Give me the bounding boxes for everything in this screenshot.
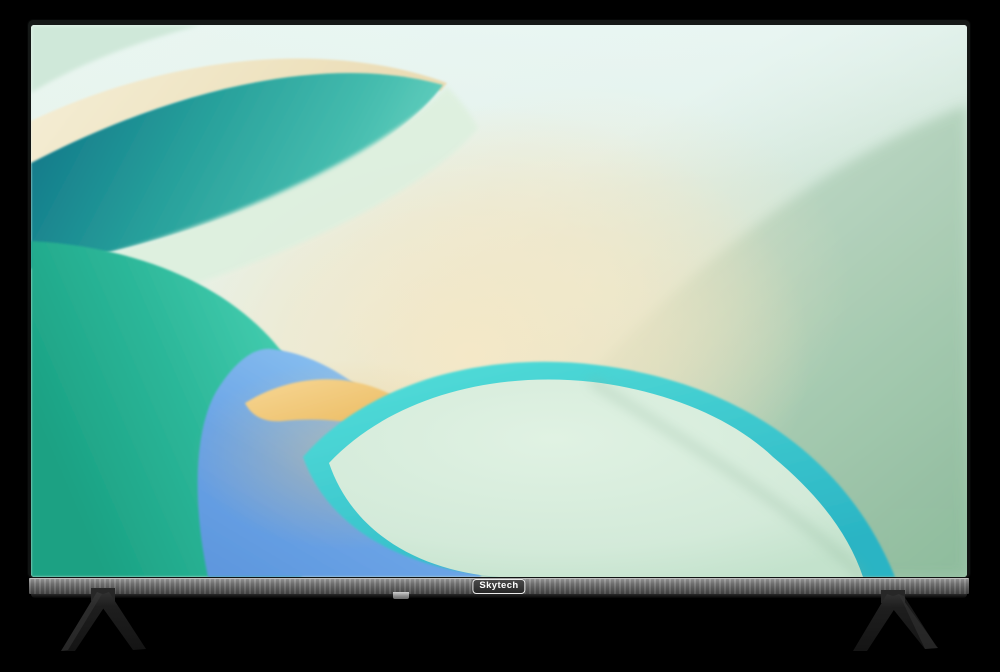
bottom-bezel-lip	[31, 594, 967, 598]
tv-stand-left	[50, 588, 160, 658]
stand-leg-right	[95, 592, 146, 650]
brand-logo: Skytech	[472, 579, 525, 594]
tv-screen	[31, 25, 967, 577]
tv-stand-left-graphic	[50, 588, 160, 658]
stand-leg-highlight	[61, 592, 102, 651]
ir-sensor-tab	[393, 592, 409, 599]
brand-logo-text: Skytech	[479, 580, 518, 591]
photo-background: Skytech	[0, 0, 1000, 672]
television: Skytech	[28, 20, 970, 598]
tv-stand-right	[840, 590, 950, 660]
tv-stand-right-graphic	[840, 590, 950, 660]
screen-wallpaper	[31, 25, 967, 577]
